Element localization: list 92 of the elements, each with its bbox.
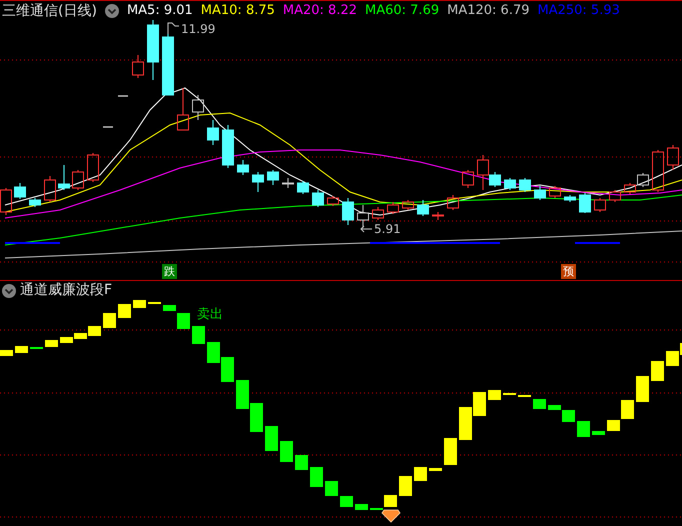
candlestick xyxy=(87,152,99,182)
wave-bar xyxy=(133,300,146,308)
candlestick xyxy=(237,160,249,176)
candlestick xyxy=(282,178,294,188)
wave-bar xyxy=(192,326,205,344)
wave-bar xyxy=(265,426,278,451)
wave-bar xyxy=(355,504,368,510)
wave-bar xyxy=(429,468,442,471)
signal-badge: 跌 xyxy=(162,264,177,279)
candlestick xyxy=(72,170,84,190)
candlestick xyxy=(267,170,279,186)
indicator-value: MA5: 9.01 xyxy=(126,2,193,20)
wave-bar xyxy=(0,350,13,356)
chart-title: 三维通信(日线) xyxy=(2,2,97,20)
diamond-icon xyxy=(381,510,401,523)
signal-badge: 预 xyxy=(561,264,576,279)
wave-bar xyxy=(636,376,649,402)
candlestick xyxy=(534,186,546,200)
candlestick xyxy=(387,202,399,214)
flag-icon xyxy=(167,22,179,34)
candlestick xyxy=(579,192,591,214)
dropdown-icon[interactable] xyxy=(104,4,119,18)
candlestick xyxy=(609,190,621,202)
candlestick xyxy=(177,88,189,130)
candlestick xyxy=(462,170,474,188)
arrow-icon xyxy=(360,225,372,233)
candlestick xyxy=(327,196,339,206)
wave-bar xyxy=(163,305,176,311)
wave-bar xyxy=(533,399,546,409)
indicator-title: 通道威廉波段F xyxy=(20,281,112,300)
wave-bar xyxy=(45,340,58,347)
wave-bar xyxy=(577,421,590,437)
candlestick xyxy=(29,198,41,208)
wave-bar xyxy=(592,431,605,435)
wave-bar xyxy=(177,313,190,329)
wave-bar xyxy=(473,392,486,416)
wave-bar xyxy=(103,313,116,328)
candlestick xyxy=(637,172,649,188)
wave-bar xyxy=(295,455,308,470)
indicator-value: MA120: 6.79 xyxy=(447,2,530,20)
candlestick xyxy=(252,172,264,192)
candlestick xyxy=(402,200,414,210)
candlestick xyxy=(297,180,309,194)
candlestick xyxy=(102,126,114,128)
candlestick xyxy=(14,182,26,200)
wave-bar xyxy=(15,346,28,353)
candlestick xyxy=(0,188,12,216)
wave-bar xyxy=(399,476,412,496)
sell-signal-label: 卖出 xyxy=(197,307,223,322)
candlestick xyxy=(192,94,204,120)
wave-bar xyxy=(236,380,249,409)
low-price-label: 5.91 xyxy=(374,222,401,236)
candlestick xyxy=(447,194,459,210)
candlestick xyxy=(432,212,444,220)
candlestick xyxy=(504,178,516,190)
wave-bar xyxy=(340,496,353,507)
candlestick xyxy=(549,186,561,198)
candlestick xyxy=(312,190,324,208)
dropdown-icon[interactable] xyxy=(2,284,16,298)
candlestick xyxy=(417,200,429,216)
candlestick xyxy=(667,144,679,170)
indicator-value: MA10: 8.75 xyxy=(200,2,275,20)
high-price-label: 11.99 xyxy=(181,22,216,36)
candlestick xyxy=(357,204,369,228)
candlestick xyxy=(624,182,636,194)
candlestick xyxy=(372,206,384,220)
indicator-value: MA250: 5.93 xyxy=(538,2,620,20)
candlestick xyxy=(222,124,234,168)
wave-bar xyxy=(280,441,293,462)
wave-bar xyxy=(310,467,323,487)
wave-bar xyxy=(459,407,472,440)
candlestick xyxy=(564,194,576,202)
candlestick xyxy=(58,164,70,190)
candlestick xyxy=(207,120,219,146)
indicator-value: MA60: 7.69 xyxy=(365,2,440,20)
wave-bar xyxy=(250,403,263,432)
candlestick xyxy=(44,176,56,202)
wave-bar xyxy=(118,304,131,318)
wave-bar xyxy=(651,361,664,381)
candlestick xyxy=(519,178,531,192)
wave-bar xyxy=(221,357,234,382)
wave-bar xyxy=(325,481,338,496)
indicator-value: MA20: 8.22 xyxy=(282,2,357,20)
candlestick xyxy=(594,198,606,212)
candlestick xyxy=(342,198,354,226)
candlestick xyxy=(147,20,159,80)
wave-bar xyxy=(207,342,220,363)
wave-bar xyxy=(444,438,457,465)
candlestick xyxy=(132,54,144,78)
wave-bar xyxy=(488,390,501,400)
candlestick xyxy=(652,150,664,192)
wave-bar xyxy=(414,467,427,481)
